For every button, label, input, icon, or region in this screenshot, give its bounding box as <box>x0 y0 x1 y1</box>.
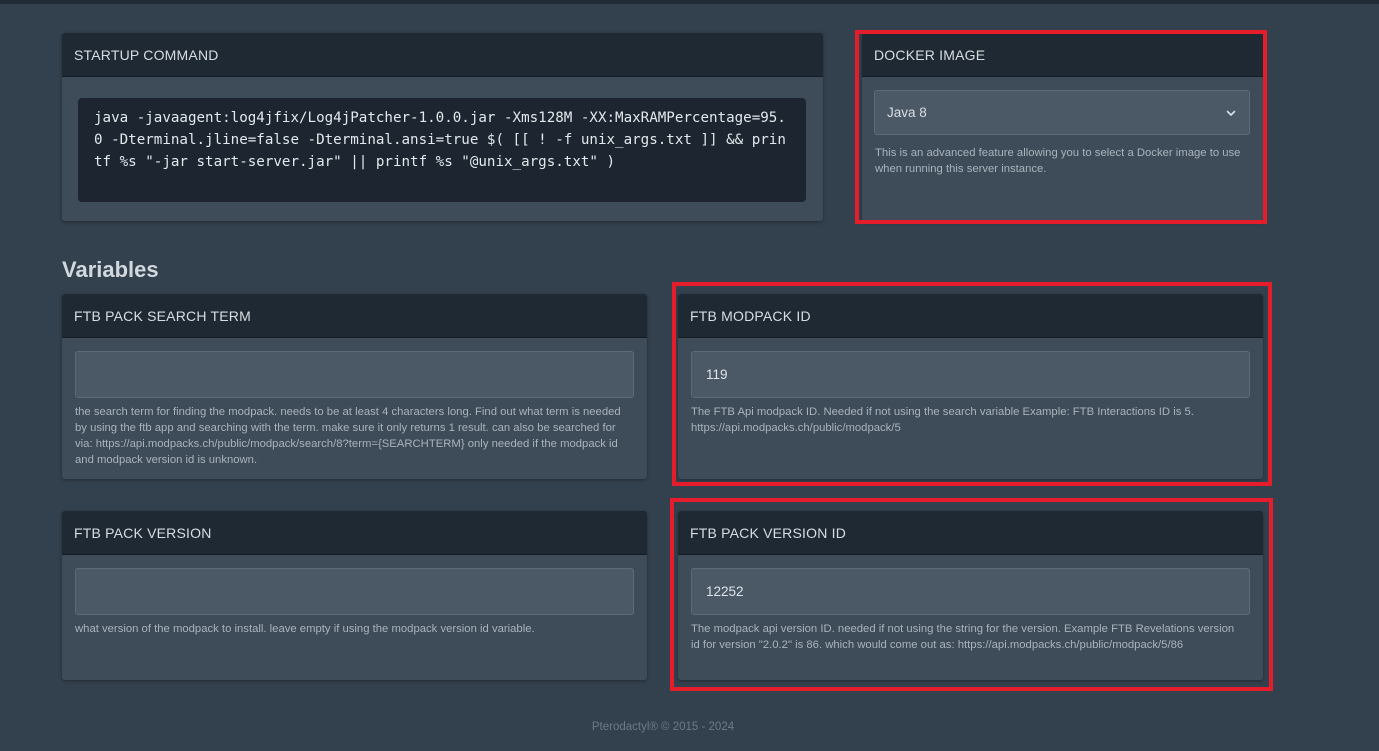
modpack-id-help: The FTB Api modpack ID. Needed if not us… <box>691 406 1194 434</box>
docker-image-help: This is an advanced feature allowing you… <box>875 147 1241 175</box>
footer-copyright: Pterodactyl® © 2015 - 2024 <box>591 721 735 733</box>
top-bar <box>0 0 1379 4</box>
pack-version-id-help: The modpack api version ID. needed if no… <box>691 623 1235 651</box>
variable-header-pack-version: FTB PACK VERSION <box>62 511 647 555</box>
docker-image-selected: Java 8 <box>887 105 927 120</box>
search-term-help: the search term for finding the modpack.… <box>75 406 621 466</box>
variable-header-search-term: FTB PACK SEARCH TERM <box>62 294 647 338</box>
pack-version-id-input[interactable]: 12252 <box>691 568 1250 615</box>
variable-card-modpack-id: FTB MODPACK ID 119 The FTB Api modpack I… <box>678 294 1263 479</box>
docker-image-select[interactable]: Java 8 <box>874 90 1250 135</box>
variable-header-modpack-id: FTB MODPACK ID <box>678 294 1263 338</box>
startup-command-code: java -javaagent:log4jfix/Log4jPatcher-1.… <box>78 98 806 202</box>
startup-command-card: STARTUP COMMAND java -javaagent:log4jfix… <box>62 33 823 221</box>
docker-image-header: DOCKER IMAGE <box>862 33 1263 77</box>
variable-card-pack-version-id: FTB PACK VERSION ID 12252 The modpack ap… <box>678 511 1263 680</box>
startup-command-header: STARTUP COMMAND <box>62 33 823 77</box>
chevron-down-icon <box>1226 110 1236 116</box>
variable-card-pack-version: FTB PACK VERSION what version of the mod… <box>62 511 647 680</box>
variables-title: Variables <box>62 257 159 282</box>
pack-version-input[interactable] <box>75 568 634 615</box>
pack-version-help: what version of the modpack to install. … <box>75 623 535 635</box>
variable-header-pack-version-id: FTB PACK VERSION ID <box>678 511 1263 555</box>
search-term-input[interactable] <box>75 351 634 398</box>
variable-card-search-term: FTB PACK SEARCH TERM the search term for… <box>62 294 647 479</box>
modpack-id-input[interactable]: 119 <box>691 351 1250 398</box>
docker-image-card: DOCKER IMAGE Java 8 This is an advanced … <box>862 33 1263 221</box>
